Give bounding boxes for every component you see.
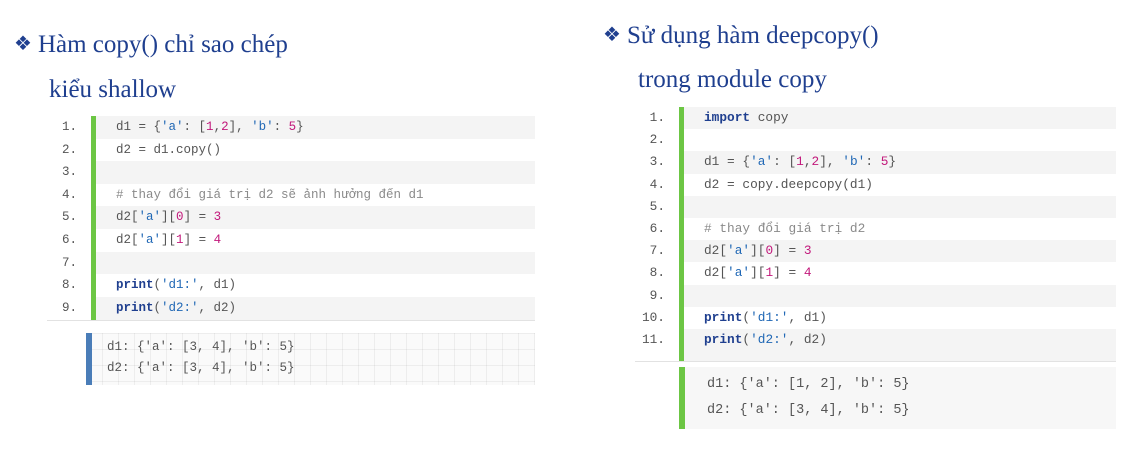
left-heading-text: Hàm copy() chỉ sao chép bbox=[37, 31, 288, 58]
left-heading-text-2: kiểu shallow bbox=[49, 76, 177, 103]
line-number: 2. bbox=[649, 132, 665, 148]
line-number: 3. bbox=[61, 165, 77, 180]
code-line: 4. # thay đổi giá trị d2 sẽ ảnh hưởng đến… bbox=[62, 183, 535, 207]
code-text: # thay đổi giá trị d2 sẽ ảnh hưởng đến d… bbox=[116, 187, 424, 202]
line-number: 11. bbox=[641, 332, 665, 347]
diamond-bullet-icon: ❖ bbox=[603, 24, 621, 46]
code-line: 3. bbox=[62, 161, 535, 184]
left-output-block: d1: {'a': [3, 4], 'b': 5} d2: {'a': [3, … bbox=[86, 333, 535, 385]
code-text: print('d1:', d1) bbox=[116, 278, 237, 293]
code-line: 8. d2['a'][1] = 4 bbox=[650, 262, 1116, 285]
code-line: 3. d1 = {'a': [1,2], 'b': 5} bbox=[650, 151, 1116, 174]
code-line: 11. print('d2:', d2) bbox=[642, 329, 1116, 352]
line-number: 8. bbox=[61, 278, 77, 293]
code-text: import copy bbox=[704, 110, 789, 125]
output-accent-bar bbox=[86, 333, 92, 385]
line-number: 7. bbox=[61, 255, 77, 270]
code-text: d2['a'][0] = 3 bbox=[704, 243, 812, 259]
code-text: print('d2:', d2) bbox=[116, 300, 237, 315]
code-line: 1. import copy bbox=[650, 107, 1116, 130]
diamond-bullet-icon: ❖ bbox=[14, 33, 32, 55]
line-number: 6. bbox=[61, 233, 77, 247]
code-line: 9. bbox=[650, 284, 1116, 307]
line-number: 1. bbox=[649, 110, 665, 125]
code-line: 7. bbox=[62, 251, 535, 275]
line-number: 4. bbox=[649, 176, 665, 192]
code-line: 5. d2['a'][0] = 3 bbox=[62, 206, 535, 229]
line-number: 5. bbox=[61, 210, 77, 225]
right-heading-text: Sử dụng hàm deepcopy() bbox=[626, 22, 879, 49]
code-line: 2. bbox=[650, 129, 1116, 152]
code-text: d1 = {'a': [1,2], 'b': 5} bbox=[704, 154, 897, 170]
left-heading-line2: kiểu shallow bbox=[49, 76, 176, 104]
code-text: d2 = d1.copy() bbox=[116, 142, 222, 157]
right-heading-line1: ❖ Sử dụng hàm deepcopy() bbox=[603, 22, 879, 50]
line-number: 2. bbox=[61, 142, 77, 157]
code-line: 8. print('d1:', d1) bbox=[62, 274, 535, 297]
left-heading-line1: ❖ Hàm copy() chỉ sao chép bbox=[14, 31, 288, 59]
output-line-2: d2: {'a': [3, 4], 'b': 5} bbox=[707, 403, 910, 418]
line-number: 4. bbox=[61, 187, 77, 202]
code-line: 7. d2['a'][0] = 3 bbox=[650, 240, 1116, 263]
line-number: 8. bbox=[649, 265, 665, 281]
line-number: 3. bbox=[649, 154, 665, 170]
code-line: 1. d1 = {'a': [1,2], 'b': 5} bbox=[62, 116, 535, 139]
line-number: 1. bbox=[61, 120, 77, 134]
output-line-1: d1: {'a': [3, 4], 'b': 5} bbox=[107, 340, 295, 354]
right-heading-text-2: trong module copy bbox=[638, 66, 827, 93]
right-code-block: 1. import copy 2. 3. d1 = {'a': [1,2], 'b': … bbox=[635, 107, 1116, 362]
code-text: d1 = {'a': [1,2], 'b': 5} bbox=[116, 120, 304, 134]
code-line: 9. print('d2:', d2) bbox=[62, 296, 535, 320]
code-text: d2 = copy.deepcopy(d1) bbox=[704, 176, 873, 192]
output-accent-bar bbox=[679, 367, 685, 429]
code-text: d2['a'][1] = 4 bbox=[116, 233, 222, 247]
output-line-2: d2: {'a': [3, 4], 'b': 5} bbox=[107, 361, 295, 375]
code-text: d2['a'][0] = 3 bbox=[116, 210, 222, 225]
code-line: 4. d2 = copy.deepcopy(d1) bbox=[650, 173, 1116, 196]
line-number: 6. bbox=[649, 221, 665, 236]
code-line: 5. bbox=[650, 195, 1116, 218]
output-line-1: d1: {'a': [1, 2], 'b': 5} bbox=[707, 377, 910, 392]
line-number: 9. bbox=[649, 287, 665, 303]
code-line: 6. d2['a'][1] = 4 bbox=[62, 229, 535, 252]
right-heading-line2: trong module copy bbox=[638, 66, 827, 94]
left-code-block: 1. d1 = {'a': [1,2], 'b': 5} 2. d2 = d1.cop… bbox=[47, 116, 535, 321]
line-number: 10. bbox=[641, 309, 665, 325]
right-output-block: d1: {'a': [1, 2], 'b': 5} d2: {'a': [3, … bbox=[679, 367, 1116, 429]
code-line: 2. d2 = d1.copy() bbox=[62, 138, 535, 162]
code-text: print('d2:', d2) bbox=[704, 332, 827, 347]
code-text: d2['a'][1] = 4 bbox=[704, 265, 812, 281]
line-number: 9. bbox=[61, 300, 77, 315]
code-line: 6. # thay đổi giá trị d2 bbox=[650, 218, 1116, 241]
line-number: 7. bbox=[649, 243, 665, 259]
code-text: print('d1:', d1) bbox=[704, 309, 827, 325]
line-number: 5. bbox=[649, 198, 665, 214]
code-line: 10. print('d1:', d1) bbox=[642, 306, 1116, 329]
code-text: # thay đổi giá trị d2 bbox=[704, 221, 866, 236]
